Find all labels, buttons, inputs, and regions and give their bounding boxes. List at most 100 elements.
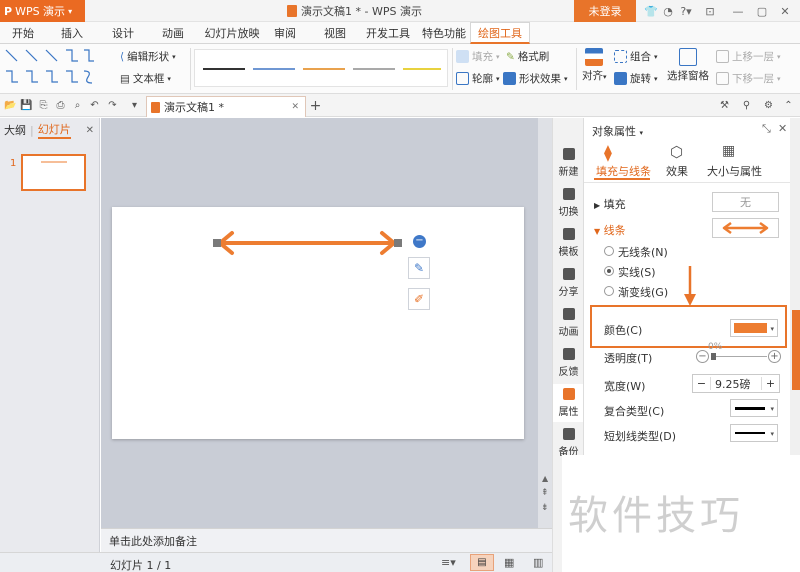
line-style-gray[interactable]: [353, 68, 395, 70]
redo-icon[interactable]: ↷: [106, 99, 119, 112]
tool-icon[interactable]: ⚒: [718, 99, 731, 112]
fill-section-toggle[interactable]: ▶ 填充: [594, 196, 626, 212]
textbox-button[interactable]: ▤ 文本框 ▾: [120, 71, 171, 86]
strip-transition[interactable]: 切换: [553, 184, 584, 222]
close-icon[interactable]: ✕: [777, 3, 793, 19]
format-painter-button[interactable]: ✎ 格式刷: [506, 49, 549, 64]
tab-view[interactable]: 视图: [318, 22, 352, 44]
menu-icon[interactable]: ≡▾: [441, 556, 456, 569]
selection-pane-button[interactable]: 选择窗格: [667, 48, 709, 83]
customize-icon[interactable]: ▾: [128, 99, 141, 112]
bring-forward-button[interactable]: 上移一层 ▾: [716, 49, 781, 64]
new-tab-icon[interactable]: +: [309, 98, 322, 114]
chevron-up-icon[interactable]: ⌃: [782, 99, 795, 112]
tab-developer[interactable]: 开发工具: [364, 22, 412, 44]
prev-slide-icon[interactable]: ⇞: [541, 488, 549, 498]
settings-icon[interactable]: ⚙: [762, 99, 775, 112]
decrease-width-button[interactable]: −: [693, 377, 711, 390]
tab-slides[interactable]: 幻灯片: [37, 121, 71, 139]
sorter-view-icon[interactable]: ▦: [504, 556, 514, 569]
line-style-yellow[interactable]: [403, 68, 441, 70]
strip-share[interactable]: 分享: [553, 264, 584, 302]
maximize-icon[interactable]: ▢: [754, 3, 770, 19]
strip-new[interactable]: 新建: [553, 144, 584, 182]
close-icon[interactable]: ✕: [86, 125, 94, 136]
line-style-blue[interactable]: [253, 68, 295, 70]
undo-icon[interactable]: ↶: [88, 99, 101, 112]
fill-button[interactable]: 填充 ▾: [456, 49, 500, 64]
compound-type-select[interactable]: ▾: [730, 399, 778, 417]
tab-features[interactable]: 特色功能: [420, 22, 468, 44]
group-button[interactable]: 组合 ▾: [614, 49, 658, 64]
arrow-line-shape[interactable]: [112, 207, 524, 439]
rotate-button[interactable]: 旋转 ▾: [614, 71, 658, 86]
end-handle[interactable]: [394, 239, 402, 247]
strip-properties[interactable]: 属性: [553, 384, 584, 422]
tab-insert[interactable]: 插入: [55, 22, 89, 44]
slide-thumbnail[interactable]: [21, 154, 86, 191]
login-button[interactable]: 未登录: [574, 0, 636, 22]
pin-icon[interactable]: ⚲: [740, 99, 753, 112]
document-tab[interactable]: 演示文稿1 * ✕: [146, 96, 306, 117]
shape-outline-float-button[interactable]: ✐: [408, 288, 430, 310]
strip-feedback[interactable]: 反馈: [553, 344, 584, 382]
print-icon[interactable]: ⎙: [54, 99, 67, 112]
tab-size-properties[interactable]: 大小与属性: [707, 163, 762, 179]
reading-view-icon[interactable]: ▥: [533, 556, 543, 569]
tab-animation[interactable]: 动画: [156, 22, 190, 44]
start-handle[interactable]: [213, 239, 221, 247]
tab-slideshow[interactable]: 幻灯片放映: [203, 22, 261, 44]
open-icon[interactable]: 📂: [4, 99, 17, 112]
slide[interactable]: [112, 207, 524, 439]
tab-home[interactable]: 开始: [6, 22, 40, 44]
strip-template[interactable]: 模板: [553, 224, 584, 262]
dash-type-select[interactable]: ▾: [730, 424, 778, 442]
align-button[interactable]: 对齐▾: [582, 48, 607, 83]
next-slide-icon[interactable]: ⇟: [541, 503, 549, 513]
help-icon[interactable]: ?▾: [678, 3, 694, 19]
width-value[interactable]: 9.25磅: [711, 376, 761, 392]
message-icon[interactable]: ◔: [660, 3, 676, 19]
increase-width-button[interactable]: +: [761, 377, 779, 390]
pin-panel-icon[interactable]: ⤡: [762, 122, 771, 136]
line-style-orange[interactable]: [303, 68, 345, 70]
close-icon[interactable]: ✕: [778, 122, 787, 135]
save-icon[interactable]: 💾: [20, 99, 33, 112]
tab-effects[interactable]: 效果: [666, 163, 688, 179]
line-style-gallery[interactable]: [194, 49, 448, 87]
properties-scrollbar-thumb[interactable]: [792, 310, 800, 390]
skin-icon[interactable]: 👕: [643, 3, 659, 19]
send-backward-button[interactable]: 下移一层 ▾: [716, 71, 781, 86]
panel-title[interactable]: 对象属性 ▾: [592, 123, 643, 139]
width-stepper[interactable]: − 9.25磅 +: [692, 374, 780, 393]
restore-icon[interactable]: ⊡: [702, 3, 718, 19]
preview-icon[interactable]: ⌕: [71, 99, 84, 112]
line-preview-box[interactable]: [712, 218, 779, 238]
radio-no-line[interactable]: [604, 246, 614, 256]
shape-style-float-button[interactable]: ✎: [408, 257, 430, 279]
tab-review[interactable]: 审阅: [268, 22, 302, 44]
tab-outline[interactable]: 大纲: [4, 122, 26, 138]
fill-value-box[interactable]: 无: [712, 192, 779, 212]
tab-design[interactable]: 设计: [106, 22, 140, 44]
transparency-slider[interactable]: [711, 356, 767, 357]
minimize-icon[interactable]: —: [730, 3, 746, 19]
shape-effects-button[interactable]: 形状效果 ▾: [503, 71, 568, 86]
transparency-slider-thumb[interactable]: [711, 353, 716, 360]
close-icon[interactable]: ✕: [291, 102, 299, 112]
line-style-dark[interactable]: [203, 68, 245, 70]
radio-gradient-line[interactable]: [604, 286, 614, 296]
scroll-up-icon[interactable]: ▲: [542, 474, 548, 483]
strip-animation[interactable]: 动画: [553, 304, 584, 342]
minus-icon[interactable]: −: [413, 235, 426, 248]
vertical-scrollbar[interactable]: ▲ ⇞ ⇟: [538, 118, 552, 528]
app-menu-button[interactable]: P WPS 演示 ▾: [0, 0, 85, 22]
tab-fill-and-line[interactable]: 填充与线条: [596, 163, 651, 179]
increase-transparency-button[interactable]: +: [768, 350, 781, 363]
line-color-picker[interactable]: ▾: [730, 319, 778, 337]
normal-view-icon[interactable]: ▤: [470, 554, 494, 571]
tab-drawing-tools[interactable]: 绘图工具: [470, 22, 530, 44]
shape-lines-gallery[interactable]: [4, 47, 96, 89]
radio-solid-line[interactable]: [604, 266, 614, 276]
notes-area[interactable]: 单击此处添加备注: [101, 528, 552, 552]
